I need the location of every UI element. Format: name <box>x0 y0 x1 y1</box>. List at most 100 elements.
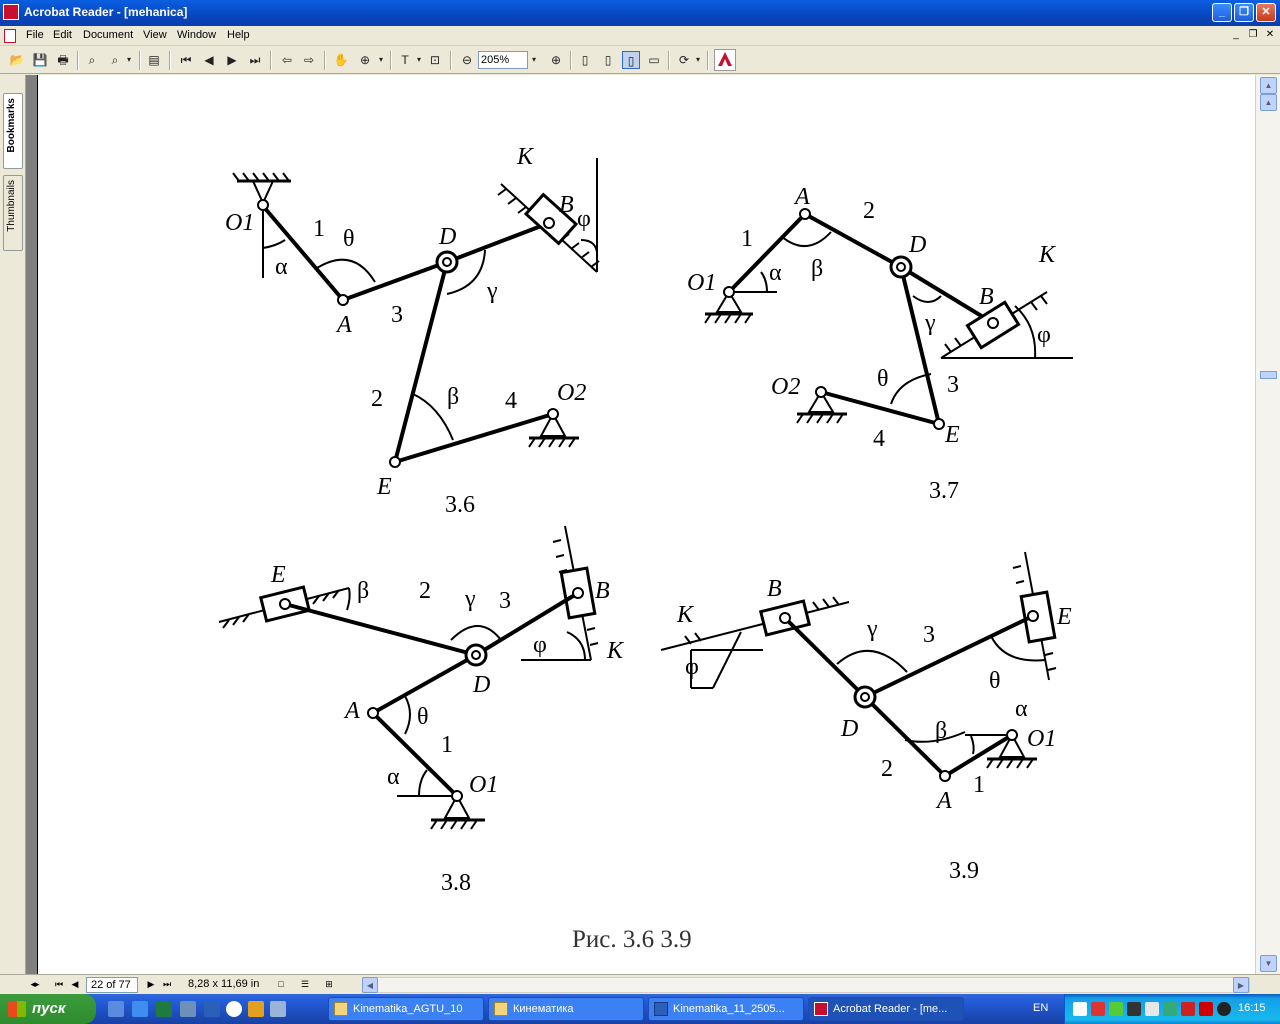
word-icon[interactable] <box>204 1001 220 1017</box>
continuous-facing-icon[interactable]: ⊞ <box>322 977 336 991</box>
scroll-left-icon[interactable]: ◀ <box>362 977 378 993</box>
close-button[interactable]: ✕ <box>1256 3 1276 22</box>
adobe-logo-icon[interactable] <box>714 49 736 71</box>
start-button[interactable]: пуск <box>0 994 96 1024</box>
task-acrobat-reader[interactable]: Acrobat Reader - [me... <box>808 997 964 1021</box>
vertical-scrollbar[interactable]: ▲ ▲ ▼ <box>1255 75 1280 974</box>
maximize-button[interactable]: ❐ <box>1234 3 1254 22</box>
last-page-icon[interactable]: ⏭ <box>246 51 264 69</box>
acrobat-app-icon[interactable] <box>3 4 19 20</box>
resize-pane-icon[interactable]: ◂▸ <box>28 977 42 991</box>
quicklaunch-icon[interactable] <box>180 1001 196 1017</box>
paint-icon[interactable] <box>248 1001 264 1017</box>
open-icon[interactable]: 📂 <box>8 51 26 69</box>
menu-document[interactable]: Document <box>83 29 133 41</box>
fit-width-icon[interactable]: ▯ <box>622 51 640 69</box>
label-E: E <box>376 474 392 500</box>
first-page-icon[interactable]: ⏮ <box>177 51 195 69</box>
task-label: Kinematika_11_2505... <box>673 1003 785 1015</box>
continuous-icon[interactable]: ☰ <box>298 977 312 991</box>
previous-page-icon[interactable]: ◀ <box>68 977 82 991</box>
task-kinematika-folder[interactable]: Кинематика <box>488 997 644 1021</box>
zoom-dropdown-icon[interactable]: ▾ <box>528 51 540 69</box>
previous-page-icon[interactable]: ◀ <box>200 51 218 69</box>
scroll-up-icon[interactable]: ▲ <box>1260 94 1277 111</box>
angle-gamma: γ <box>486 278 498 304</box>
rotate-view-icon[interactable]: ⟳ <box>675 51 693 69</box>
angle-beta: β <box>447 384 459 410</box>
next-page-icon[interactable]: ▶ <box>223 51 241 69</box>
zoom-input[interactable]: 205% <box>478 51 528 69</box>
zoom-tool-icon[interactable]: ⊕ <box>356 51 374 69</box>
save-icon[interactable]: 💾 <box>31 51 49 69</box>
scroll-up-icon[interactable]: ▲ <box>1260 77 1277 94</box>
scroll-thumb[interactable] <box>1260 371 1277 379</box>
show-desktop-icon[interactable] <box>108 1001 124 1017</box>
task-kinematika-agtu[interactable]: Kinematika_AGTU_10 <box>328 997 484 1021</box>
scroll-right-icon[interactable]: ▶ <box>1233 977 1249 993</box>
tab-bookmarks[interactable]: Bookmarks <box>3 93 23 169</box>
tray-icon[interactable] <box>1217 1002 1231 1016</box>
last-page-icon[interactable]: ⏭ <box>160 977 174 991</box>
title-bar[interactable]: Acrobat Reader - [mehanica] _ ❐ ✕ <box>0 0 1280 26</box>
internet-explorer-icon[interactable] <box>132 1001 148 1017</box>
rotate-dropdown-icon[interactable]: ▾ <box>693 51 703 69</box>
tray-icon[interactable] <box>1163 1002 1177 1016</box>
excel-icon[interactable] <box>156 1001 172 1017</box>
snapshot-icon[interactable]: ⊡ <box>426 51 444 69</box>
horizontal-scrollbar[interactable]: ◀ ▶ <box>362 977 1250 993</box>
media-player-icon[interactable] <box>226 1001 242 1017</box>
minimize-button[interactable]: _ <box>1212 3 1232 22</box>
menu-window[interactable]: Window <box>177 29 216 41</box>
fit-visible-icon[interactable]: ▭ <box>645 51 663 69</box>
zoom-tool-dropdown-icon[interactable]: ▾ <box>376 51 386 69</box>
first-page-icon[interactable]: ⏮ <box>52 977 66 991</box>
tray-icon[interactable] <box>1199 1002 1213 1016</box>
zoom-in-icon[interactable]: ⊕ <box>547 51 565 69</box>
fit-page-icon[interactable]: ▯ <box>599 51 617 69</box>
tray-icon[interactable] <box>1091 1002 1105 1016</box>
doc-close-icon[interactable]: ✕ <box>1263 29 1277 42</box>
task-kinematika-word[interactable]: Kinematika_11_2505... <box>648 997 804 1021</box>
text-select-icon[interactable]: T <box>396 51 414 69</box>
doc-minimize-icon[interactable]: _ <box>1229 29 1243 42</box>
tray-icon[interactable] <box>1127 1002 1141 1016</box>
tab-bookmarks-label: Bookmarks <box>6 98 17 153</box>
angle-alpha: α <box>1015 696 1028 722</box>
label-O1: O1 <box>687 270 716 296</box>
angle-theta: θ <box>989 668 1001 694</box>
menu-view[interactable]: View <box>143 29 167 41</box>
search-icon[interactable]: ⌕ <box>106 51 124 69</box>
language-indicator[interactable]: EN <box>1033 1002 1048 1014</box>
scroll-down-icon[interactable]: ▼ <box>1260 955 1277 972</box>
page-number-field[interactable]: 22 of 77 <box>86 977 138 993</box>
label-O2: O2 <box>557 380 586 406</box>
angle-phi: φ <box>577 206 591 232</box>
tray-icon[interactable] <box>1109 1002 1123 1016</box>
tray-icon[interactable] <box>1073 1002 1087 1016</box>
menu-file[interactable]: File <box>26 29 44 41</box>
go-forward-icon[interactable]: ⇨ <box>300 51 318 69</box>
volume-icon[interactable] <box>1145 1002 1159 1016</box>
print-icon[interactable]: 🖶 <box>54 51 72 69</box>
document-viewport[interactable]: O1 A D B K E O2 1 2 3 4 α θ γ β φ 3.6 A … <box>26 75 1255 974</box>
find-icon[interactable]: ⌕ <box>83 51 101 69</box>
next-page-icon[interactable]: ▶ <box>144 977 158 991</box>
search-dropdown-icon[interactable]: ▾ <box>124 51 134 69</box>
hand-tool-icon[interactable]: ✋ <box>332 51 350 69</box>
menu-help[interactable]: Help <box>227 29 250 41</box>
actual-size-icon[interactable]: ▯ <box>576 51 594 69</box>
zoom-out-icon[interactable]: ⊖ <box>458 51 476 69</box>
navigation-pane-icon[interactable]: ▤ <box>145 51 163 69</box>
go-back-icon[interactable]: ⇦ <box>278 51 296 69</box>
doc-restore-icon[interactable]: ❐ <box>1246 29 1260 42</box>
label-A: A <box>335 312 352 338</box>
menu-edit[interactable]: Edit <box>53 29 72 41</box>
explorer-icon[interactable] <box>270 1001 286 1017</box>
tray-icon[interactable] <box>1181 1002 1195 1016</box>
tab-thumbnails[interactable]: Thumbnails <box>3 175 23 251</box>
document-icon[interactable] <box>4 29 16 43</box>
single-page-icon[interactable]: □ <box>274 977 288 991</box>
clock[interactable]: 16:15 <box>1238 1002 1266 1014</box>
text-select-dropdown-icon[interactable]: ▾ <box>414 51 424 69</box>
